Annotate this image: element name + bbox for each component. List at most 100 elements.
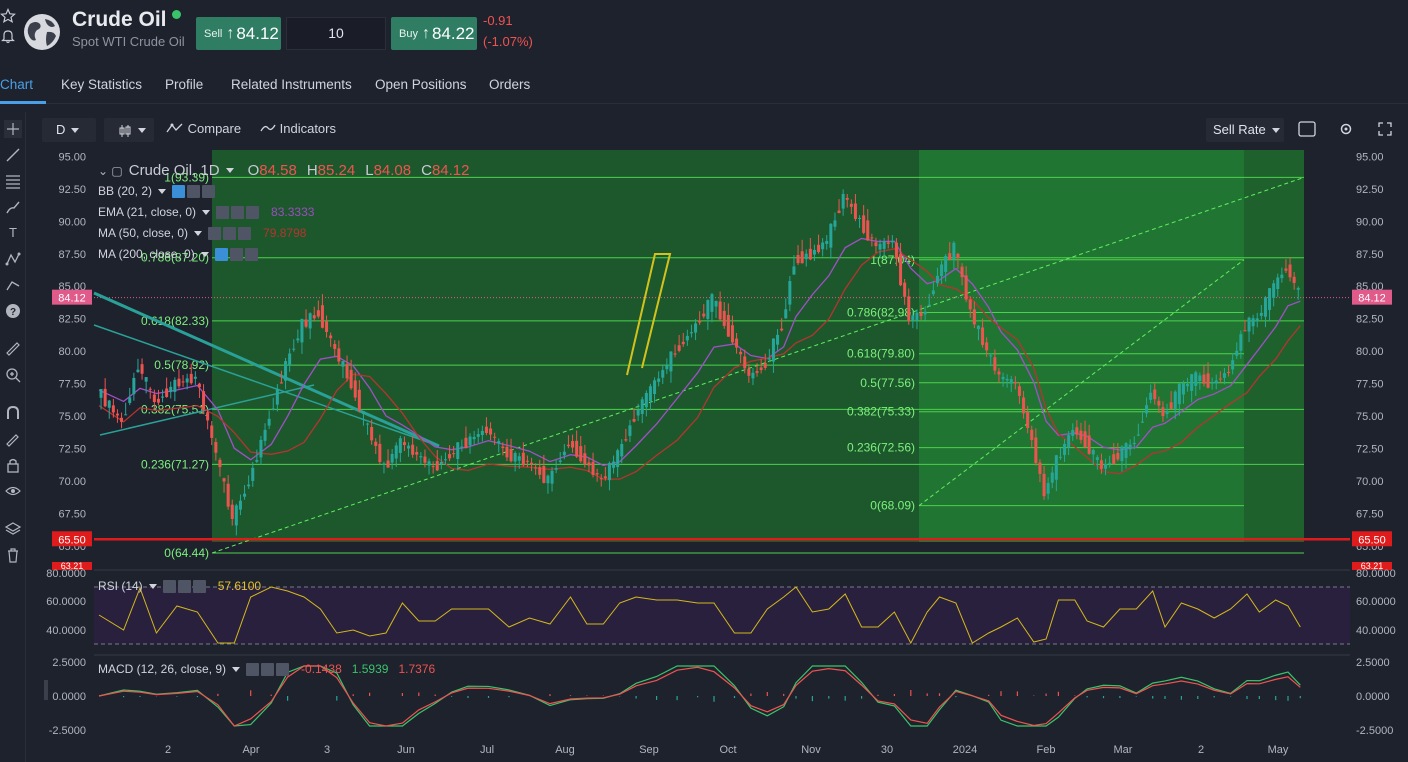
trash-icon[interactable]	[4, 546, 22, 564]
candle-body	[571, 441, 575, 448]
trend-line-icon[interactable]	[4, 146, 22, 164]
lock-drawing-icon[interactable]	[4, 430, 22, 448]
macd-tick-left: 2.5000	[52, 657, 86, 669]
candle-body	[1009, 379, 1013, 384]
chevron-down-icon[interactable]	[148, 583, 157, 589]
gear-icon[interactable]	[177, 579, 191, 593]
gear-icon[interactable]	[231, 205, 245, 219]
magnet-icon[interactable]	[4, 404, 22, 422]
buy-button[interactable]: Buy ↑ 84.22	[391, 17, 477, 50]
candle-body	[948, 253, 952, 260]
tab-open-positions[interactable]: Open Positions	[375, 77, 467, 92]
brush-icon[interactable]	[4, 198, 22, 216]
candle-body	[489, 428, 493, 435]
candle-body	[263, 429, 267, 441]
fib-icon[interactable]	[4, 172, 22, 190]
eye-icon[interactable]	[216, 205, 230, 219]
chevron-down-icon[interactable]	[232, 666, 241, 672]
candles-icon	[119, 124, 131, 137]
lock-icon[interactable]	[4, 456, 22, 474]
interval-value: D	[56, 122, 66, 137]
candle-body	[780, 328, 784, 331]
zoom-icon[interactable]	[4, 366, 22, 384]
tab-key-statistics[interactable]: Key Statistics	[61, 77, 142, 92]
eye-icon[interactable]	[208, 226, 222, 240]
indicators-button[interactable]: Indicators	[260, 121, 336, 136]
tab-related-instruments[interactable]: Related Instruments	[231, 77, 352, 92]
candle-body	[694, 323, 698, 333]
close-icon[interactable]	[246, 205, 260, 219]
rate-select[interactable]: Sell Rate	[1206, 118, 1284, 142]
legend-ema: EMA (21, close, 0) 83.3333	[98, 205, 314, 219]
quantity-input[interactable]: 10	[286, 17, 386, 50]
candle-body	[1198, 375, 1202, 382]
eye-icon[interactable]	[246, 662, 260, 676]
candle-body	[267, 418, 271, 426]
close-icon[interactable]	[202, 184, 216, 198]
chart-area[interactable]: 1(93.39) 0.786(87.20) 0.618(82.33) 0.5(78.9…	[44, 150, 1408, 762]
gear-icon[interactable]	[261, 662, 275, 676]
indicators-icon	[260, 124, 276, 132]
gear-icon[interactable]	[1338, 121, 1354, 137]
compare-button[interactable]: Compare	[166, 121, 241, 136]
candle-body	[997, 371, 1001, 375]
candle-body	[808, 248, 812, 260]
eye-icon[interactable]	[4, 482, 22, 500]
candle-body	[587, 462, 591, 466]
chevron-down-icon[interactable]	[158, 188, 167, 194]
info-icon[interactable]: ?	[4, 302, 22, 320]
text-icon[interactable]: T	[4, 224, 22, 242]
tab-orders[interactable]: Orders	[489, 77, 530, 92]
gear-icon[interactable]	[187, 184, 201, 198]
close-icon[interactable]	[276, 662, 290, 676]
pattern-icon[interactable]	[4, 250, 22, 268]
close-value: 84.12	[431, 162, 470, 179]
candle-body	[238, 500, 242, 510]
ruler-icon[interactable]	[4, 340, 22, 358]
candle-body	[1296, 288, 1300, 290]
chevron-down-icon[interactable]	[194, 230, 203, 236]
eye-icon[interactable]	[162, 579, 176, 593]
candle-body	[255, 460, 259, 462]
candle-body	[140, 364, 144, 374]
gear-icon[interactable]	[229, 247, 243, 261]
candle-body	[214, 442, 218, 453]
chart-type-select[interactable]	[104, 118, 154, 142]
tab-profile[interactable]: Profile	[165, 77, 203, 92]
layers-icon[interactable]	[4, 520, 22, 538]
close-icon[interactable]	[244, 247, 258, 261]
chevron-down-icon[interactable]	[200, 251, 209, 257]
tab-chart[interactable]: Chart	[0, 77, 33, 92]
screenshot-icon[interactable]	[1298, 120, 1316, 138]
prediction-icon[interactable]	[4, 276, 22, 294]
close-icon[interactable]	[238, 226, 252, 240]
y-axis-tick-right: 80.00	[1356, 346, 1384, 358]
candle-body	[1136, 434, 1140, 436]
chevron-down-icon[interactable]	[202, 209, 211, 215]
candle-body	[222, 478, 226, 482]
star-icon[interactable]	[0, 8, 16, 24]
close-icon[interactable]	[192, 579, 206, 593]
fullscreen-icon[interactable]	[1378, 122, 1392, 136]
collapse-icon[interactable]: ⌄ ▢	[98, 164, 123, 178]
active-tab-indicator	[0, 101, 46, 104]
eye-icon[interactable]	[214, 247, 228, 261]
eye-icon[interactable]	[172, 184, 186, 198]
candle-body	[1087, 435, 1091, 454]
candle-body	[1268, 288, 1272, 310]
crosshair-icon[interactable]	[4, 120, 22, 138]
high-value: 85.24	[317, 162, 356, 179]
candle-body	[353, 380, 357, 398]
sell-button[interactable]: Sell ↑ 84.12	[196, 17, 281, 50]
candle-body	[464, 437, 468, 449]
bell-icon[interactable]	[0, 28, 16, 44]
globe-icon	[24, 14, 60, 50]
candle-body	[1173, 391, 1177, 409]
gear-icon[interactable]	[223, 226, 237, 240]
interval-select[interactable]: D	[42, 118, 96, 142]
candle-body	[468, 436, 472, 446]
candle-body	[1042, 473, 1046, 497]
candle-body	[538, 467, 542, 475]
candle-body	[189, 373, 193, 384]
chevron-down-icon[interactable]	[225, 168, 234, 173]
